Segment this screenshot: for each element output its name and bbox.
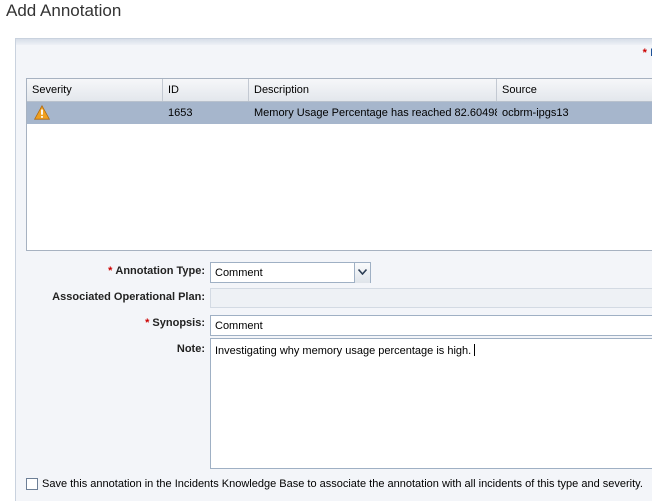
operational-plan-label: Associated Operational Plan:: [52, 291, 205, 303]
required-marker: *: [145, 317, 150, 329]
cell-severity: [27, 102, 163, 124]
annotation-type-label: * Annotation Type:: [108, 265, 205, 277]
table-row[interactable]: 1653 Memory Usage Percentage has reached…: [27, 102, 652, 124]
column-header-source[interactable]: Source: [497, 79, 652, 101]
cell-id: 1653: [168, 107, 193, 119]
cell-description: Memory Usage Percentage has reached 82.6…: [254, 107, 497, 119]
text-cursor: [474, 344, 476, 356]
warning-icon: [34, 105, 50, 120]
required-fields-note: * I: [643, 47, 652, 59]
annotation-type-value: Comment: [215, 267, 263, 279]
synopsis-value: Comment: [215, 320, 263, 332]
save-kb-label[interactable]: Save this annotation in the Incidents Kn…: [42, 478, 643, 490]
save-kb-checkbox[interactable]: [26, 478, 38, 490]
column-header-id[interactable]: ID: [163, 79, 249, 101]
note-label: Note:: [176, 343, 205, 355]
required-marker: *: [108, 265, 113, 277]
incidents-table: Severity ID Description Source 1653 Memo…: [26, 78, 652, 251]
synopsis-label: * Synopsis:: [145, 317, 205, 329]
synopsis-input[interactable]: Comment: [210, 315, 652, 336]
page-title: Add Annotation: [6, 1, 122, 20]
table-header: Severity ID Description Source: [27, 79, 652, 102]
note-textarea[interactable]: Investigating why memory usage percentag…: [210, 338, 652, 469]
cell-source: ocbrm-ipgs13: [502, 107, 569, 119]
panel-header: [16, 39, 652, 45]
column-header-description[interactable]: Description: [249, 79, 497, 101]
required-marker: *: [642, 47, 647, 59]
annotation-type-select[interactable]: Comment: [210, 262, 371, 283]
note-value: Investigating why memory usage percentag…: [215, 345, 472, 357]
chevron-down-icon: [358, 269, 367, 275]
operational-plan-field: [210, 288, 652, 308]
dropdown-button[interactable]: [354, 263, 370, 283]
column-header-severity[interactable]: Severity: [27, 79, 163, 101]
